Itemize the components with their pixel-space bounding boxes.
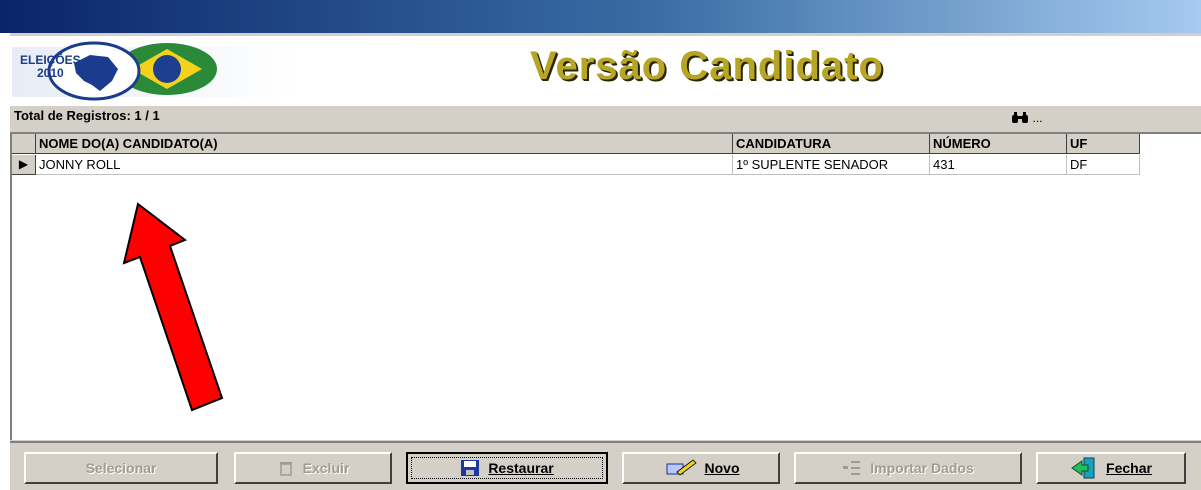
restaurar-button[interactable]: Restaurar — [406, 452, 608, 484]
fechar-label: Fechar — [1106, 460, 1152, 476]
fechar-button[interactable]: Fechar — [1036, 452, 1186, 484]
exit-door-icon — [1071, 457, 1095, 479]
logo-line-2: 2010 — [36, 66, 64, 80]
column-header-nome[interactable]: NOME DO(A) CANDIDATO(A) — [36, 134, 733, 154]
excluir-label: Excluir — [302, 460, 350, 476]
selecionar-label: Selecionar — [85, 460, 157, 476]
save-disk-icon — [461, 460, 480, 476]
search-button[interactable]: ... — [1010, 107, 1044, 129]
binoculars-icon — [1012, 112, 1029, 123]
table-cell-candidatura[interactable]: 1º SUPLENTE SENADOR — [733, 155, 930, 175]
selecionar-button[interactable]: Selecionar — [24, 452, 218, 484]
row-indicator[interactable]: ▶ — [12, 155, 36, 175]
column-header-numero[interactable]: NÚMERO — [930, 134, 1067, 154]
restaurar-label: Restaurar — [488, 460, 554, 476]
new-document-pen-icon — [666, 459, 697, 476]
novo-label: Novo — [704, 460, 740, 476]
importar-dados-button[interactable]: Importar Dados — [794, 452, 1022, 484]
trash-icon — [279, 462, 292, 476]
page-title: Versão Candidato — [530, 44, 884, 88]
importar-label: Importar Dados — [870, 460, 974, 476]
search-ellipsis: ... — [1032, 111, 1043, 125]
table-cell-nome[interactable]: JONNY ROLL — [36, 155, 733, 175]
total-records-label: Total de Registros: 1 / 1 — [14, 108, 160, 123]
novo-button[interactable]: Novo — [622, 452, 780, 484]
import-icon — [843, 461, 861, 475]
window-titlebar — [0, 0, 1201, 33]
indicator-header — [12, 134, 36, 154]
table-cell-numero[interactable]: 431 — [930, 155, 1067, 175]
column-header-candidatura[interactable]: CANDIDATURA — [733, 134, 930, 154]
column-header-uf[interactable]: UF — [1067, 134, 1140, 154]
excluir-button[interactable]: Excluir — [234, 452, 392, 484]
table-cell-uf[interactable]: DF — [1067, 155, 1140, 175]
candidates-grid[interactable]: NOME DO(A) CANDIDATO(A) CANDIDATURA NÚME… — [10, 132, 1201, 440]
logo-text: ELEIÇÕES 2010 — [20, 54, 81, 80]
